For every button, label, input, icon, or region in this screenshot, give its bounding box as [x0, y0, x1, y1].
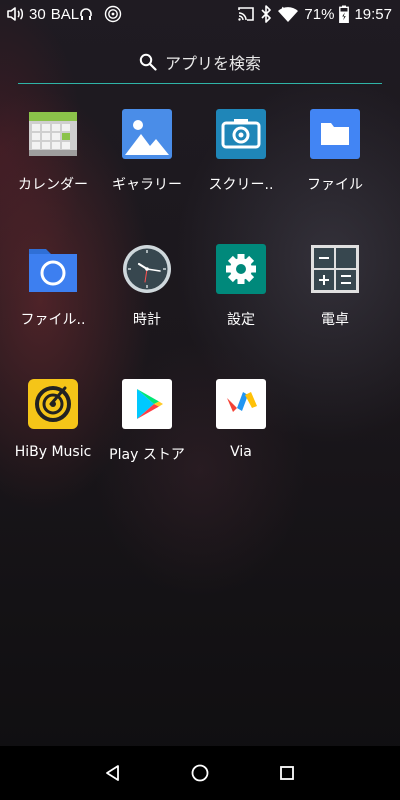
home-button[interactable] [185, 758, 215, 788]
headphones-icon [79, 5, 93, 23]
screenshot-icon [215, 108, 267, 160]
battery-icon [339, 5, 350, 23]
recents-button[interactable] [272, 758, 302, 788]
app-search-bar[interactable]: アプリを検索 [18, 40, 382, 84]
app-play-store[interactable]: Play ストア [100, 378, 194, 513]
files-icon [309, 108, 361, 160]
calculator-icon [309, 243, 361, 295]
navigation-bar [0, 746, 400, 800]
app-label: Via [230, 444, 252, 460]
app-file-manager[interactable]: ファイル.. [6, 243, 100, 378]
app-label: ギャラリー [112, 177, 182, 193]
app-files[interactable]: ファイル [288, 108, 382, 243]
volume-level: 30 [29, 5, 46, 23]
search-placeholder: アプリを検索 [164, 53, 261, 73]
app-label: 電卓 [321, 312, 349, 328]
recents-icon [279, 766, 294, 780]
calendar-icon [27, 108, 79, 160]
status-bar: 30 BAL 71% 19:57 [0, 0, 400, 28]
home-icon [191, 764, 209, 782]
via-browser-icon [215, 378, 267, 430]
app-label: ファイル.. [20, 312, 86, 328]
hiby-music-icon [27, 378, 79, 430]
app-gallery[interactable]: ギャラリー [100, 108, 194, 243]
clock-icon [121, 243, 173, 295]
app-via[interactable]: Via [194, 378, 288, 513]
bluetooth-icon [260, 5, 272, 23]
play-store-icon [121, 378, 173, 430]
app-hiby-music[interactable]: HiBy Music [6, 378, 100, 513]
app-clock[interactable]: 時計 [100, 243, 194, 378]
back-button[interactable] [98, 758, 128, 788]
app-screenshot[interactable]: スクリー.. [194, 108, 288, 243]
wifi-icon [277, 5, 299, 23]
clock-time: 19:57 [354, 5, 392, 23]
app-label: ファイル [307, 177, 363, 193]
gallery-icon [121, 108, 173, 160]
app-calculator[interactable]: 電卓 [288, 243, 382, 378]
file-manager-icon [27, 243, 79, 295]
volume-icon [6, 5, 24, 23]
app-label: 設定 [227, 312, 255, 328]
battery-percent: 71% [304, 5, 335, 23]
app-calendar[interactable]: カレンダー [6, 108, 100, 243]
app-settings[interactable]: 設定 [194, 243, 288, 378]
audio-mode: BAL [50, 5, 80, 23]
hiby-status-icon [104, 5, 122, 23]
settings-icon [215, 243, 267, 295]
app-label: 時計 [133, 312, 161, 328]
app-label: HiBy Music [14, 444, 92, 460]
cast-icon [237, 5, 255, 23]
app-grid: カレンダー ギャラリー スクリー.. ファイル ファイル.. 時計 設定 電卓 … [6, 108, 394, 513]
search-icon [139, 53, 157, 71]
back-icon [106, 765, 120, 781]
app-label: スクリー.. [208, 177, 274, 193]
app-label: Play ストア [109, 447, 185, 463]
app-label: カレンダー [18, 177, 88, 193]
